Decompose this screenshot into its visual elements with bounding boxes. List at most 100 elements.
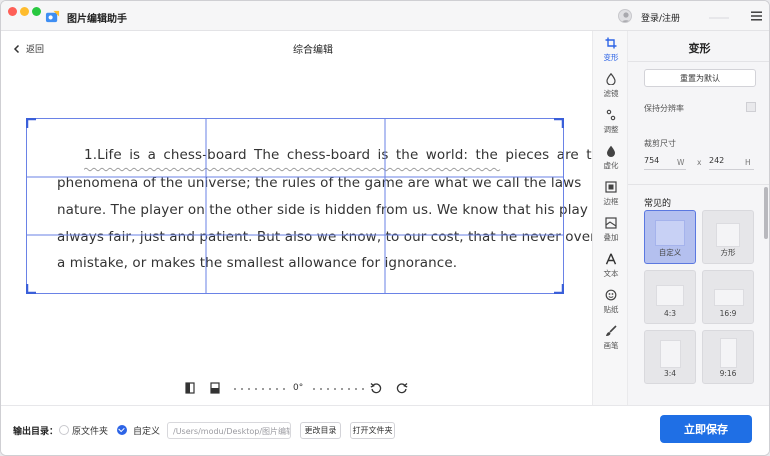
- close-window-button[interactable]: [8, 7, 17, 16]
- preset-shape: [660, 340, 681, 368]
- image-text-line: nature. The player on the other side is …: [57, 202, 589, 218]
- custom-folder-label[interactable]: 自定义: [133, 424, 160, 437]
- panel-divider: [628, 61, 769, 62]
- tool-label: 贴纸: [603, 305, 619, 314]
- preset-shape: [720, 338, 737, 368]
- original-folder-label[interactable]: 原文件夹: [72, 424, 108, 437]
- tool-strip: 变形 滤镜 调整 虚化 边框 叠加 文本 贴纸 画笔: [592, 31, 628, 405]
- crop-size-label: 裁剪尺寸: [644, 139, 676, 148]
- zoom-window-button[interactable]: [32, 7, 41, 16]
- tool-adjust[interactable]: 调整: [593, 109, 629, 135]
- app-logo-icon: [45, 10, 60, 23]
- transform-panel: 变形 重置为默认 保持分辨率 裁剪尺寸 754 W x 242 H 常见的 自定…: [628, 31, 769, 405]
- rotation-slider-right[interactable]: [313, 388, 365, 390]
- page-title: 综合编辑: [293, 45, 333, 56]
- save-now-button[interactable]: 立即保存: [660, 415, 752, 443]
- panel-scrollbar[interactable]: [764, 187, 768, 239]
- common-presets-label: 常见的: [644, 199, 672, 209]
- rotate-right-icon[interactable]: [396, 382, 408, 394]
- preset-3-4[interactable]: 3:4: [644, 330, 696, 384]
- preset-9-16[interactable]: 9:16: [702, 330, 754, 384]
- title-bar: 图片编辑助手 登录/注册: [1, 1, 769, 31]
- sticker-icon: [605, 289, 617, 301]
- border-icon: [605, 181, 617, 193]
- text-icon: [605, 253, 617, 265]
- tool-label: 调整: [603, 125, 619, 134]
- preset-label: 方形: [720, 248, 736, 257]
- tool-overlay[interactable]: 叠加: [593, 217, 629, 243]
- height-unit: H: [745, 158, 751, 167]
- keep-resolution-checkbox[interactable]: [746, 102, 756, 112]
- user-avatar-icon[interactable]: [618, 9, 632, 23]
- preset-shape: [716, 223, 740, 247]
- blur-icon: [607, 145, 615, 157]
- tool-brush[interactable]: 画笔: [593, 325, 629, 351]
- filter-icon: [606, 73, 616, 85]
- reset-default-button[interactable]: 重置为默认: [644, 69, 756, 87]
- tool-blur[interactable]: 虚化: [593, 145, 629, 171]
- preset-label: 9:16: [719, 369, 737, 378]
- tool-transform[interactable]: 变形: [593, 37, 629, 63]
- width-unit: W: [677, 158, 685, 167]
- rotate-left-icon[interactable]: [370, 382, 382, 394]
- preset-label: 自定义: [658, 248, 682, 257]
- tool-label: 变形: [603, 53, 619, 62]
- change-directory-button[interactable]: 更改目录: [300, 422, 341, 439]
- crop-icon: [605, 37, 617, 49]
- open-folder-button[interactable]: 打开文件夹: [350, 422, 395, 439]
- tool-label: 画笔: [603, 341, 619, 350]
- keep-resolution-label: 保持分辨率: [644, 104, 684, 113]
- custom-folder-radio[interactable]: [117, 425, 127, 435]
- panel-divider: [628, 184, 769, 185]
- preset-square[interactable]: 方形: [702, 210, 754, 264]
- tool-border[interactable]: 边框: [593, 181, 629, 207]
- output-directory-label: 输出目录：: [13, 427, 59, 437]
- minimize-window-button[interactable]: [20, 7, 29, 16]
- preset-16-9[interactable]: 16:9: [702, 270, 754, 324]
- original-folder-radio[interactable]: [59, 425, 69, 435]
- preset-shape: [714, 289, 744, 306]
- tool-label: 虚化: [603, 161, 619, 170]
- crop-width-input[interactable]: 754: [644, 156, 659, 165]
- tool-label: 滤镜: [603, 89, 619, 98]
- output-path-field[interactable]: /Users/modu/Desktop/图片编辑: [167, 422, 291, 439]
- tool-label: 边框: [603, 197, 619, 206]
- adjust-icon: [606, 109, 616, 121]
- tool-label: 文本: [603, 269, 619, 278]
- preset-shape: [655, 220, 685, 246]
- image-text-line: a mistake, or makes the smallest allowan…: [57, 255, 458, 271]
- preset-shape: [656, 285, 684, 306]
- image-preview[interactable]: 1.Life is a chess-board The chess-board …: [26, 118, 616, 294]
- panel-title: 变形: [688, 42, 711, 55]
- login-register-link[interactable]: 登录/注册: [641, 11, 680, 24]
- flip-horizontal-icon[interactable]: [185, 382, 195, 394]
- back-button[interactable]: 返回: [12, 42, 44, 55]
- preset-custom[interactable]: 自定义: [644, 210, 696, 264]
- menu-icon[interactable]: [751, 11, 762, 21]
- rotation-value: 0°: [293, 383, 304, 393]
- height-underline: [709, 169, 754, 170]
- tool-sticker[interactable]: 贴纸: [593, 289, 629, 315]
- flip-vertical-icon[interactable]: [210, 382, 220, 394]
- overlay-icon: [605, 217, 617, 229]
- brush-icon: [606, 325, 617, 336]
- title-decoration-icon: [709, 17, 729, 19]
- tool-text[interactable]: 文本: [593, 253, 629, 279]
- crop-height-input[interactable]: 242: [709, 156, 724, 165]
- times-symbol: x: [697, 158, 702, 167]
- preset-label: 16:9: [719, 309, 737, 318]
- image-text-line: phenomena of the universe; the rules of …: [57, 175, 582, 191]
- preset-label: 4:3: [663, 309, 677, 318]
- chevron-left-icon: [13, 44, 20, 53]
- preset-label: 3:4: [663, 369, 677, 378]
- tool-filter[interactable]: 滤镜: [593, 73, 629, 99]
- rotation-slider-left[interactable]: [234, 388, 286, 390]
- preset-4-3[interactable]: 4:3: [644, 270, 696, 324]
- tool-label: 叠加: [603, 233, 619, 242]
- back-label: 返回: [26, 45, 45, 55]
- app-window: 图片编辑助手 登录/注册 返回 综合编辑 1.Life is a chess-b…: [0, 0, 770, 456]
- image-text-line: 1.Life is a chess-board The chess-board …: [84, 147, 596, 163]
- spellcheck-underline: [84, 167, 501, 172]
- image-text-line: always fair, just and patient. But also …: [57, 229, 617, 245]
- width-underline: [644, 169, 686, 170]
